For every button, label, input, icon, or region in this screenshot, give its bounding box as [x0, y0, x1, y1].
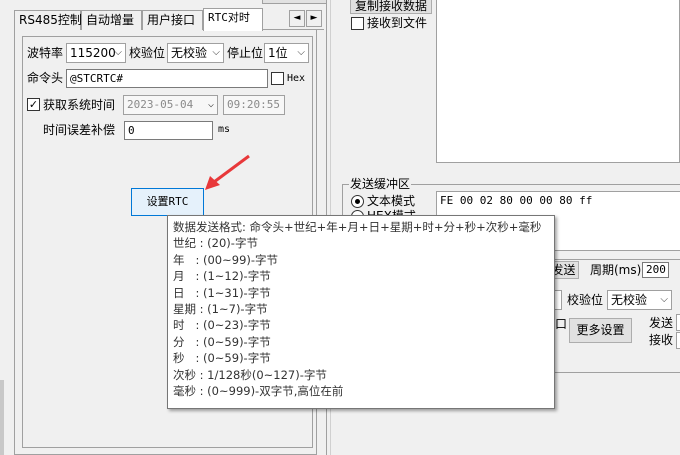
- parity-label: 校验位: [129, 46, 166, 60]
- baud-label: 波特率: [27, 46, 64, 60]
- recv-count-label: 接收: [649, 333, 674, 347]
- tooltip-line: 星期 : (1~7)-字节: [173, 302, 268, 317]
- hex-checkbox[interactable]: [271, 72, 284, 85]
- tooltip-line: 数据发送格式: 命令头+世纪+年+月+日+星期+时+分+秒+次秒+毫秒: [173, 220, 542, 234]
- right-parity-select[interactable]: 无校验 ⌵: [607, 290, 672, 310]
- tooltip-line: 年 : (00~99)-字节: [173, 252, 279, 267]
- send-buffer-label: 发送缓冲区: [349, 176, 412, 192]
- system-time-checkbox[interactable]: ✓: [27, 98, 40, 111]
- chevron-down-icon: ⌵: [114, 47, 122, 58]
- period-label: 周期(ms): [590, 263, 642, 277]
- parity-select[interactable]: 无校验 ⌵: [167, 43, 224, 63]
- tooltip-line: 毫秒 : (0~999)-双字节,高位在前: [173, 384, 344, 399]
- system-time-label: 获取系统时间: [43, 98, 116, 112]
- set-rtc-button[interactable]: 设置RTC: [131, 188, 204, 216]
- tab-auto-increment[interactable]: 自动增量: [81, 10, 142, 30]
- chevron-down-icon: ⌵: [297, 47, 305, 58]
- tooltip-line: 次秒 : 1/128秒(0~127)-字节: [173, 367, 327, 382]
- hex-label: Hex: [287, 73, 306, 84]
- right-parity-label: 校验位: [567, 293, 604, 307]
- send-count-box: [676, 314, 680, 331]
- time-compensation-input[interactable]: 0: [124, 121, 213, 140]
- stop-bits-select[interactable]: 1位 ⌵: [264, 43, 309, 63]
- check-icon: ✓: [28, 98, 39, 111]
- command-header-label: 命令头: [27, 71, 64, 85]
- time-compensation-label: 时间误差补偿: [43, 123, 116, 137]
- more-settings-button[interactable]: 更多设置: [569, 318, 632, 343]
- stop-bits-label: 停止位: [227, 46, 264, 60]
- tab-rtc-sync[interactable]: RTC对时: [203, 8, 263, 31]
- chevron-down-icon: ⌵: [212, 47, 220, 58]
- arrow-left-icon: ◄: [293, 13, 301, 23]
- rtc-format-tooltip: 数据发送格式: 命令头+世纪+年+月+日+星期+时+分+秒+次秒+毫秒 世纪 :…: [167, 215, 555, 409]
- tooltip-line: 世纪 : (20)-字节: [173, 236, 258, 251]
- command-header-input[interactable]: @STCRTC#: [66, 69, 268, 88]
- tooltip-line: 日 : (1~31)-字节: [173, 285, 271, 300]
- red-arrow-annotation-icon: [205, 154, 250, 190]
- save-to-file-label: 接收到文件: [367, 16, 428, 30]
- baud-select[interactable]: 115200 ⌵: [66, 43, 126, 63]
- save-to-file-checkbox[interactable]: [351, 17, 364, 30]
- copy-received-button[interactable]: 复制接收数据: [350, 0, 432, 14]
- time-picker[interactable]: 09:20:55: [223, 95, 285, 115]
- tab-scroll-right-button[interactable]: ►: [306, 10, 322, 27]
- left-edge-line: [0, 380, 4, 455]
- ms-unit-label: ms: [218, 124, 231, 135]
- arrow-right-icon: ►: [310, 13, 318, 23]
- date-picker[interactable]: 2023-05-04 ⌵: [123, 95, 218, 115]
- recv-count-box: [676, 332, 680, 349]
- tooltip-line: 时 : (0~23)-字节: [173, 318, 271, 333]
- text-mode-radio[interactable]: [351, 195, 364, 208]
- tab-strip: RS485控制 自动增量 用户接口 RTC对时 ◄ ►: [14, 8, 324, 31]
- chevron-down-icon: ⌵: [660, 294, 668, 305]
- top-partial-bar: [262, 0, 327, 4]
- tab-rs485[interactable]: RS485控制: [14, 10, 82, 30]
- tooltip-line: 秒 : (0~59)-字节: [173, 351, 271, 366]
- tab-scroll-left-button[interactable]: ◄: [289, 10, 305, 27]
- port-partial-label: 口: [555, 317, 568, 331]
- text-mode-label: 文本模式: [367, 194, 416, 208]
- tooltip-line: 月 : (1~12)-字节: [173, 269, 271, 284]
- tooltip-line: 分 : (0~59)-字节: [173, 334, 271, 349]
- period-input[interactable]: 200: [642, 262, 669, 278]
- receive-text-area[interactable]: [436, 0, 680, 163]
- send-count-label: 发送: [649, 316, 674, 330]
- tab-user-interface[interactable]: 用户接口: [142, 10, 203, 30]
- chevron-down-icon: ⌵: [207, 99, 214, 110]
